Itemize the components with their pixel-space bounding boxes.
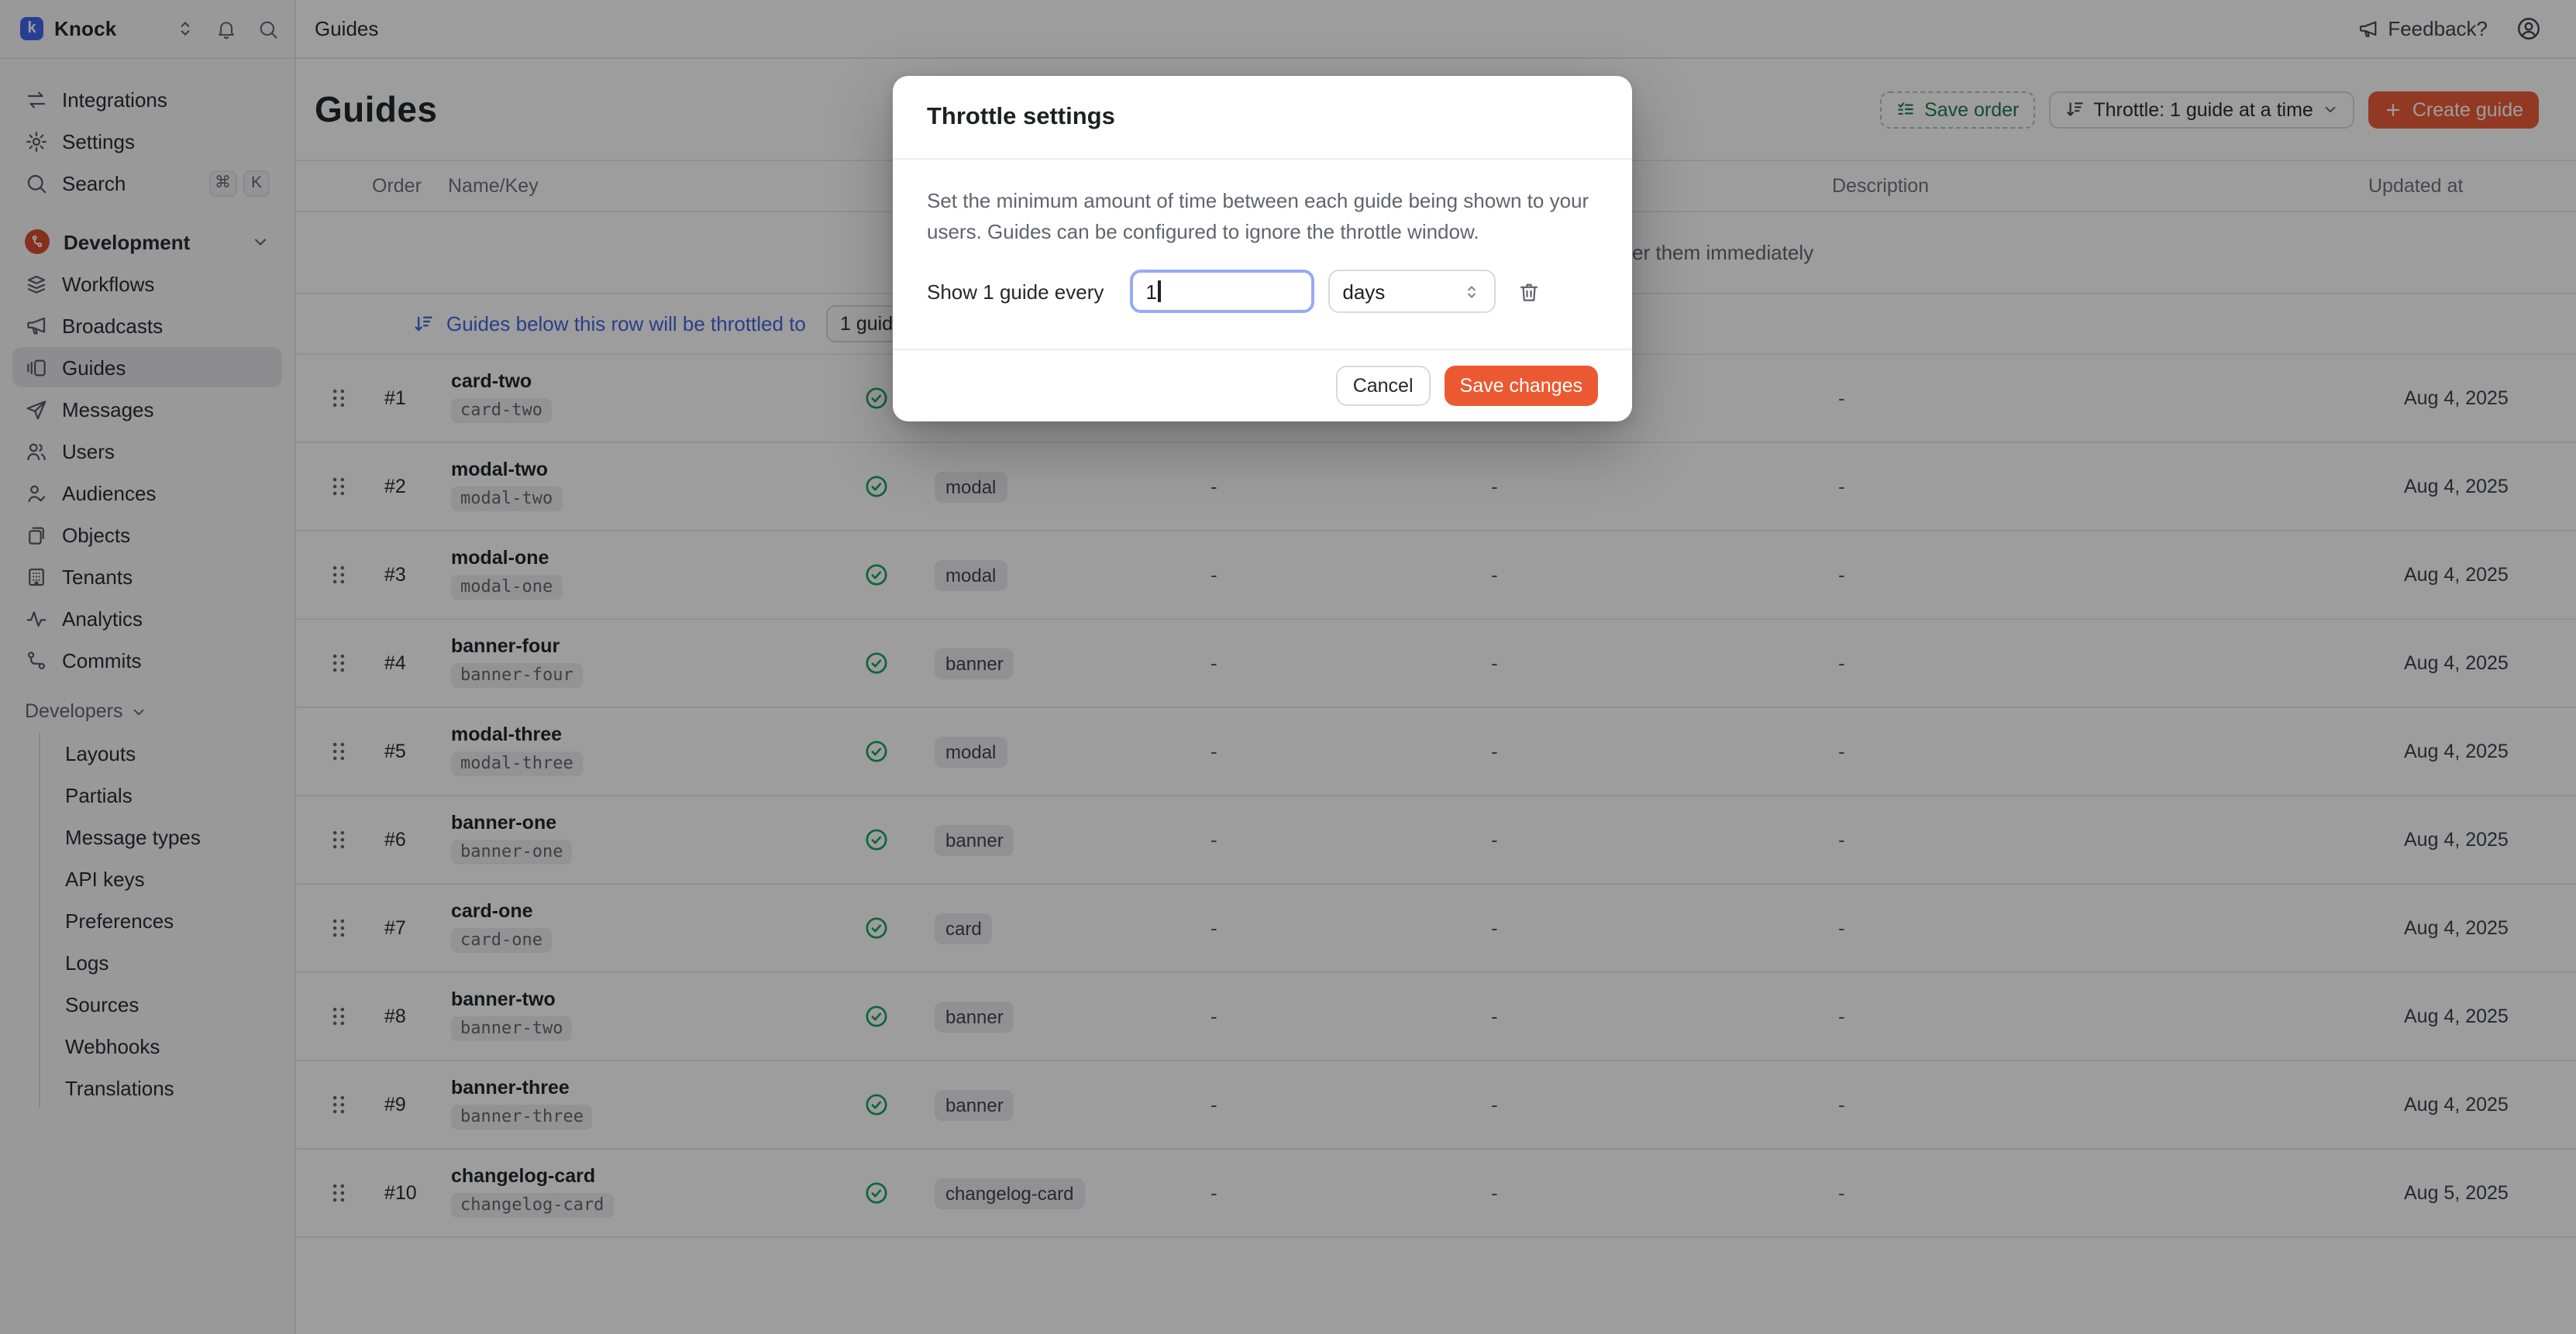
modal-title: Throttle settings [927,103,1115,131]
remove-throttle-button[interactable] [1517,280,1541,303]
throttle-interval-value: 1 [1145,280,1156,303]
throttle-settings-modal: Throttle settings Set the minimum amount… [893,76,1632,421]
save-changes-button[interactable]: Save changes [1445,366,1598,406]
modal-body: Set the minimum amount of time between e… [893,160,1632,349]
cancel-button[interactable]: Cancel [1336,366,1431,406]
modal-description: Set the minimum amount of time between e… [927,186,1596,246]
throttle-form-label: Show 1 guide every [927,280,1104,303]
select-stepper-icon [1462,281,1482,301]
throttle-interval-input[interactable]: 1 [1130,270,1314,313]
modal-header: Throttle settings [893,76,1632,160]
modal-footer: Cancel Save changes [893,349,1632,421]
throttle-unit-select[interactable]: days [1328,270,1496,313]
throttle-unit-value: days [1342,280,1385,303]
text-cursor [1159,280,1161,302]
throttle-form-row: Show 1 guide every 1 days [927,270,1598,313]
